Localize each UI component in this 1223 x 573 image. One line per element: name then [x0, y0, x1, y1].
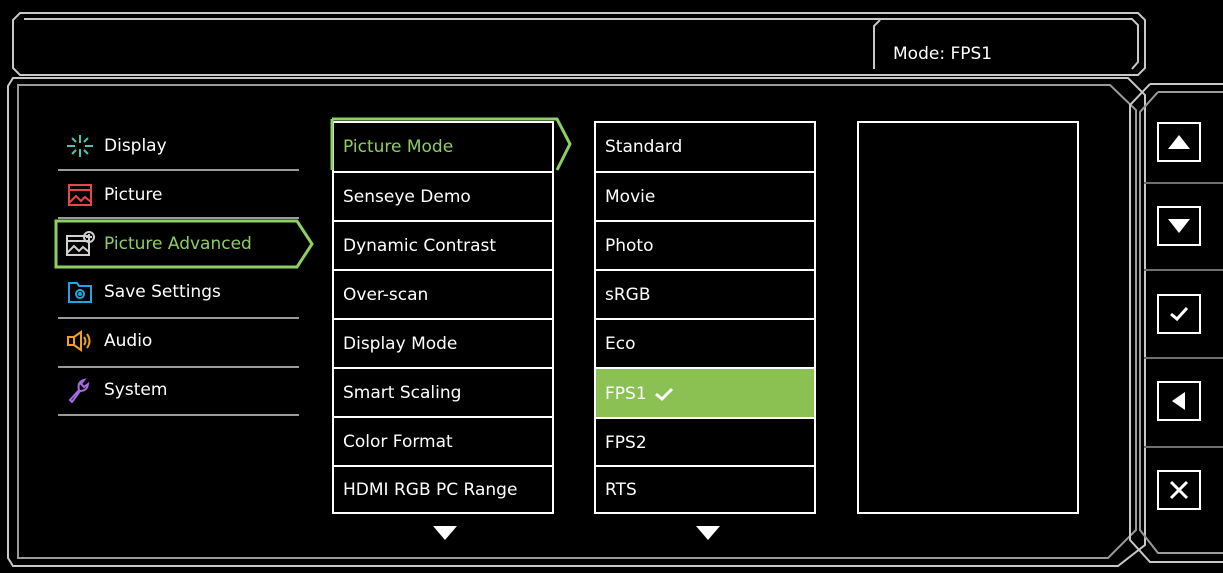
audio-icon	[62, 326, 98, 356]
option-item-label: sRGB	[605, 285, 651, 305]
menu-divider	[58, 169, 299, 171]
back-button[interactable]	[1157, 381, 1201, 421]
submenu-item-label: Display Mode	[343, 334, 458, 354]
option-item-srgb[interactable]: sRGB	[596, 271, 814, 319]
option-item-label: Standard	[605, 137, 683, 157]
main-menu-label: Audio	[104, 331, 153, 351]
option-item-label: Movie	[605, 187, 656, 207]
checkmark-icon	[654, 387, 673, 401]
submenu-item-color-format[interactable]: Color Format	[334, 418, 552, 466]
submenu-item-label: HDMI RGB PC Range	[343, 479, 518, 500]
wrench-icon	[62, 375, 98, 405]
submenu-item-label: Senseye Demo	[343, 187, 471, 207]
option-item-fps1[interactable]: FPS1	[596, 369, 814, 418]
close-icon	[1169, 480, 1189, 500]
scroll-down-arrow-icon[interactable]	[431, 524, 459, 542]
submenu-item-senseye-demo[interactable]: Senseye Demo	[334, 173, 552, 221]
selection-outline	[54, 219, 314, 269]
down-arrow-icon	[1168, 219, 1190, 233]
side-divider	[1144, 357, 1223, 359]
option-item-standard[interactable]: Standard	[596, 123, 814, 171]
submenu-item-display-mode[interactable]: Display Mode	[334, 320, 552, 368]
left-arrow-icon	[1172, 392, 1185, 410]
picture-icon	[62, 180, 98, 210]
submenu-item-label: Color Format	[343, 432, 453, 452]
main-menu-item-picture[interactable]: Picture	[58, 175, 298, 215]
side-divider	[1144, 182, 1223, 184]
option-item-movie[interactable]: Movie	[596, 173, 814, 221]
side-divider	[1144, 446, 1223, 448]
info-panel	[857, 121, 1079, 514]
mode-label: Mode: FPS1	[893, 44, 993, 64]
main-menu-item-audio[interactable]: Audio	[58, 321, 298, 361]
main-menu-label: Save Settings	[104, 282, 221, 302]
main-menu-label: System	[104, 380, 168, 400]
up-button[interactable]	[1157, 122, 1201, 162]
submenu-item-label: Smart Scaling	[343, 383, 462, 403]
option-item-label: RTS	[605, 479, 637, 500]
submenu-item-hdmi-rgb-pc-range[interactable]: HDMI RGB PC Range	[334, 467, 552, 512]
option-item-label: FPS2	[605, 433, 647, 453]
options-column: Standard Movie Photo sRGB Eco FPS1 FPS2 …	[594, 121, 816, 514]
option-item-fps2[interactable]: FPS2	[596, 419, 814, 467]
option-item-label: FPS1	[605, 383, 647, 404]
main-menu-item-display[interactable]: Display	[58, 126, 298, 166]
menu-divider	[58, 317, 299, 319]
up-arrow-icon	[1168, 135, 1190, 149]
submenu-column: Picture Mode Senseye Demo Dynamic Contra…	[332, 121, 554, 514]
display-icon	[62, 131, 98, 161]
scroll-down-arrow-icon[interactable]	[694, 524, 722, 542]
main-menu-label: Picture	[104, 185, 163, 205]
option-item-photo[interactable]: Photo	[596, 222, 814, 270]
option-item-label: Eco	[605, 334, 636, 354]
exit-button[interactable]	[1157, 470, 1201, 510]
option-item-rts[interactable]: RTS	[596, 467, 814, 512]
main-menu-label: Display	[104, 136, 167, 156]
submenu-item-over-scan[interactable]: Over-scan	[334, 271, 552, 319]
submenu-selection-outline	[330, 117, 572, 171]
menu-divider	[58, 366, 299, 368]
main-menu-item-save-settings[interactable]: Save Settings	[58, 272, 298, 312]
menu-divider	[58, 414, 299, 416]
confirm-button[interactable]	[1157, 294, 1201, 334]
option-item-label: Photo	[605, 236, 654, 256]
down-button[interactable]	[1157, 206, 1201, 246]
submenu-item-dynamic-contrast[interactable]: Dynamic Contrast	[334, 222, 552, 270]
submenu-item-smart-scaling[interactable]: Smart Scaling	[334, 369, 552, 417]
submenu-item-label: Over-scan	[343, 285, 429, 305]
submenu-item-label: Dynamic Contrast	[343, 236, 497, 256]
main-menu-item-system[interactable]: System	[58, 370, 298, 410]
option-item-eco[interactable]: Eco	[596, 320, 814, 368]
side-divider	[1144, 269, 1223, 271]
checkmark-icon	[1170, 306, 1189, 322]
save-settings-icon	[62, 277, 98, 307]
